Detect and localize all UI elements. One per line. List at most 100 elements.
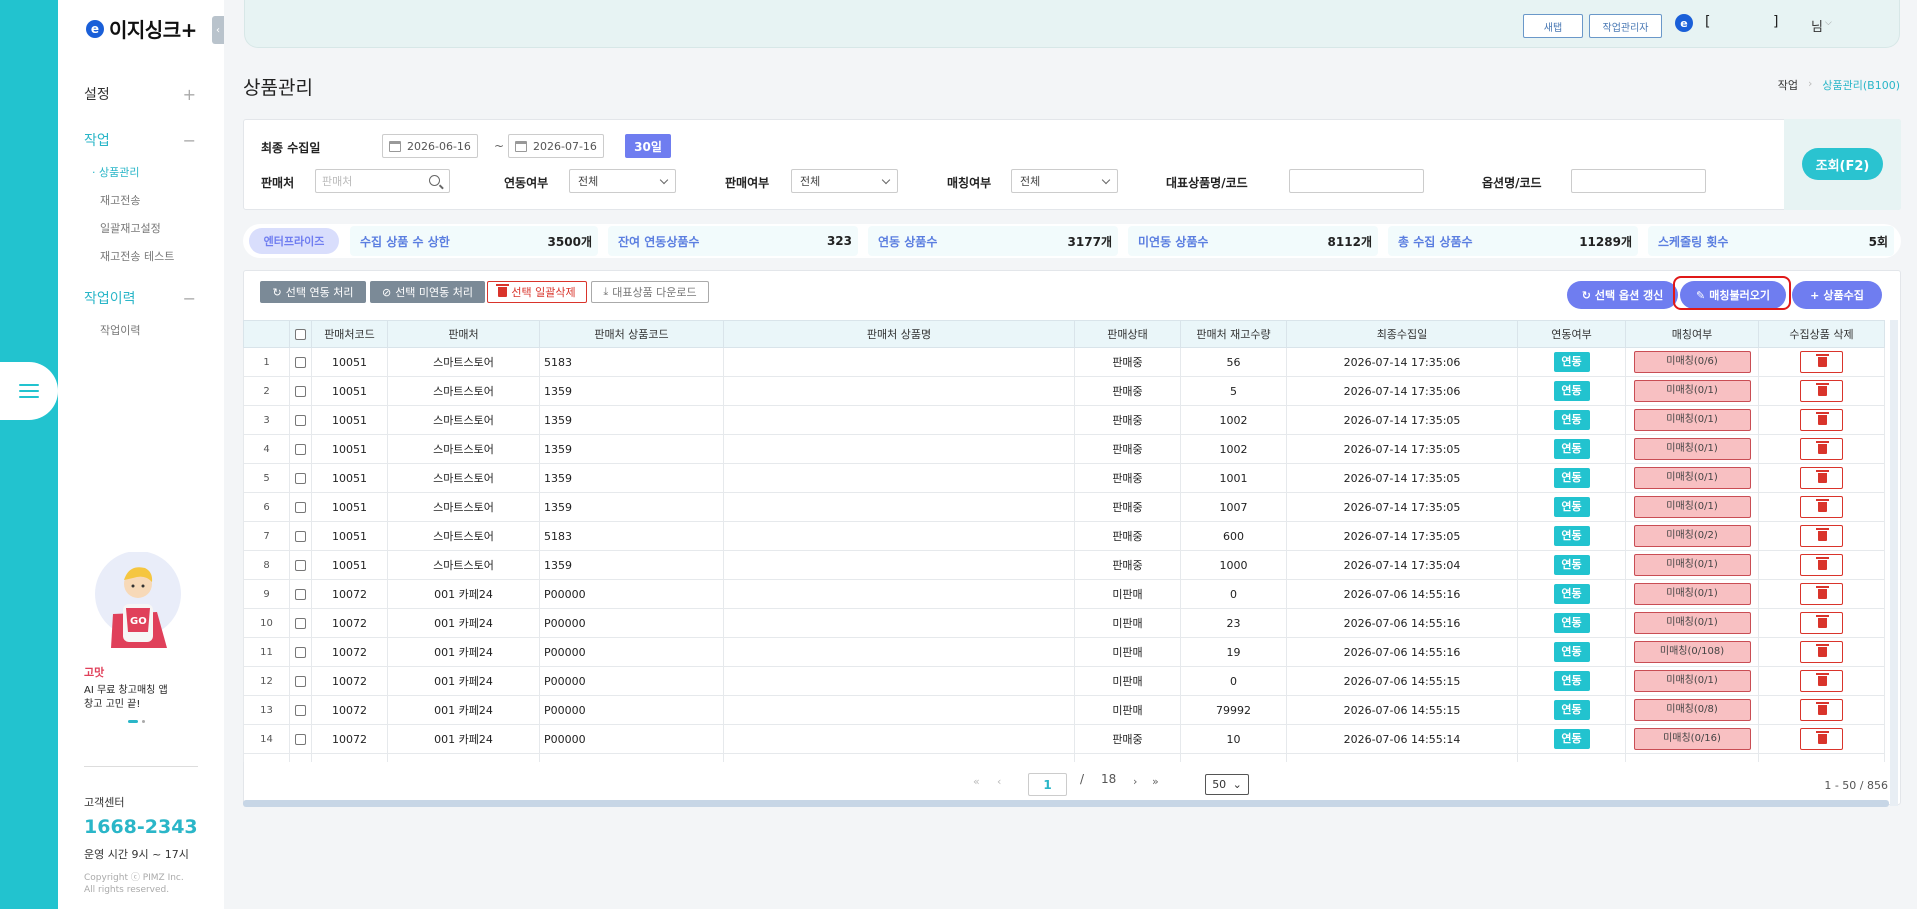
link-status-badge[interactable]: 연동 xyxy=(1553,439,1590,459)
row-checkbox[interactable] xyxy=(295,676,306,687)
row-checkbox[interactable] xyxy=(295,560,306,571)
link-status-badge[interactable]: 연동 xyxy=(1553,729,1590,749)
row-select-cell[interactable] xyxy=(289,347,312,377)
breadcrumb-item[interactable]: 작업 xyxy=(1778,77,1798,93)
delete-row-button[interactable] xyxy=(1800,438,1843,460)
next-page-icon[interactable]: › xyxy=(1133,775,1137,788)
link-status-badge[interactable]: 연동 xyxy=(1553,410,1590,430)
delete-row-button[interactable] xyxy=(1800,612,1843,634)
row-select-cell[interactable] xyxy=(289,492,312,522)
header-link-status[interactable]: 연동여부 xyxy=(1517,320,1626,348)
first-page-icon[interactable]: « xyxy=(973,775,980,788)
sidebar-item-product-management[interactable]: · 상품관리 xyxy=(84,158,196,186)
link-status-badge[interactable]: 연동 xyxy=(1553,613,1590,633)
header-last-collected[interactable]: 최종수집일 xyxy=(1286,320,1518,348)
row-select-cell[interactable] xyxy=(289,724,312,754)
prev-page-icon[interactable]: ‹ xyxy=(997,775,1001,788)
row-select-cell[interactable] xyxy=(289,550,312,580)
table-row[interactable]: 14 10072 001 카페24 P00000 판매중 10 2026-07-06 14:… xyxy=(243,724,1885,754)
row-checkbox[interactable] xyxy=(295,618,306,629)
match-status-badge[interactable]: 미매칭(0/8) xyxy=(1633,699,1751,721)
table-row[interactable]: 13 10072 001 카페24 P00000 미판매 79992 2026-07-06 … xyxy=(243,695,1885,725)
search-icon[interactable] xyxy=(429,175,440,186)
table-row[interactable]: 12 10072 001 카페24 P00000 미판매 0 2026-07-06 14:5… xyxy=(243,666,1885,696)
table-row[interactable]: 6 10051 스마트스토어 1359 판매중 1007 2026-07-14 17:35:… xyxy=(243,492,1885,522)
date-from-input[interactable]: 2026-06-16 xyxy=(382,134,478,158)
bulk-delete-button[interactable]: 선택 일괄삭제 xyxy=(487,281,587,303)
header-delete[interactable]: 수집상품 삭제 xyxy=(1758,320,1885,348)
table-row[interactable]: 8 10051 스마트스토어 1359 판매중 1000 2026-07-14 17:35:… xyxy=(243,550,1885,580)
header-select-all[interactable] xyxy=(289,320,312,348)
new-tab-button[interactable]: 새탭 xyxy=(1523,14,1583,38)
delete-row-button[interactable] xyxy=(1800,351,1843,373)
collect-products-button[interactable]: + 상품수집 xyxy=(1792,281,1882,309)
row-checkbox[interactable] xyxy=(295,647,306,658)
row-select-cell[interactable] xyxy=(289,521,312,551)
delete-row-button[interactable] xyxy=(1800,728,1843,750)
table-row[interactable]: 10 10072 001 카페24 P00000 미판매 23 2026-07-06 14:… xyxy=(243,608,1885,638)
match-status-badge[interactable]: 미매칭(0/1) xyxy=(1633,670,1751,692)
header-stock[interactable]: 판매처 재고수량 xyxy=(1180,320,1287,348)
match-status-badge[interactable]: 미매칭(0/1) xyxy=(1633,467,1751,489)
sidebar-collapse-button[interactable]: ‹ xyxy=(212,16,224,44)
match-status-badge[interactable]: 미매칭(0/1) xyxy=(1633,409,1751,431)
seller-search-input[interactable]: 판매처 xyxy=(315,169,450,193)
link-status-badge[interactable]: 연동 xyxy=(1553,497,1590,517)
select-all-checkbox[interactable] xyxy=(295,329,306,340)
link-status-badge[interactable]: 연동 xyxy=(1553,584,1590,604)
sidebar-item-job-history[interactable]: 작업이력 xyxy=(84,316,196,344)
row-select-cell[interactable] xyxy=(289,405,312,435)
chevron-down-icon[interactable]: ⌵ xyxy=(1825,18,1832,28)
sale-status-select[interactable]: 전체 xyxy=(791,169,898,193)
nav-group-settings[interactable]: 설정 + xyxy=(84,84,196,104)
range-30-days-button[interactable]: 30일 xyxy=(625,134,671,158)
link-status-badge[interactable]: 연동 xyxy=(1553,555,1590,575)
row-select-cell[interactable] xyxy=(289,463,312,493)
match-status-badge[interactable]: 미매칭(0/1) xyxy=(1633,554,1751,576)
header-seller[interactable]: 판매처 xyxy=(387,320,540,348)
delete-row-button[interactable] xyxy=(1800,525,1843,547)
row-select-cell[interactable] xyxy=(289,376,312,406)
delete-row-button[interactable] xyxy=(1800,467,1843,489)
table-row[interactable]: 5 10051 스마트스토어 1359 판매중 1001 2026-07-14 17:35:… xyxy=(243,463,1885,493)
delete-row-button[interactable] xyxy=(1800,409,1843,431)
row-select-cell[interactable] xyxy=(289,434,312,464)
nav-group-history[interactable]: 작업이력 − xyxy=(84,288,196,308)
last-page-icon[interactable]: » xyxy=(1152,775,1159,788)
row-checkbox[interactable] xyxy=(295,531,306,542)
row-checkbox[interactable] xyxy=(295,444,306,455)
link-status-select[interactable]: 전체 xyxy=(569,169,676,193)
download-rep-button[interactable]: ⤓ 대표상품 다운로드 xyxy=(591,281,709,303)
promo-carousel-dots[interactable] xyxy=(128,720,145,723)
delete-row-button[interactable] xyxy=(1800,583,1843,605)
nav-group-work[interactable]: 작업 − xyxy=(84,130,196,150)
table-row[interactable]: 1 10051 스마트스토어 5183 판매중 56 2026-07-14 17:35:06… xyxy=(243,347,1885,377)
row-select-cell[interactable] xyxy=(289,579,312,609)
row-checkbox[interactable] xyxy=(295,357,306,368)
header-sale-status[interactable]: 판매상태 xyxy=(1074,320,1181,348)
delete-row-button[interactable] xyxy=(1800,641,1843,663)
header-product-code[interactable]: 판매처 상품코드 xyxy=(539,320,724,348)
link-status-badge[interactable]: 연동 xyxy=(1553,526,1590,546)
table-row[interactable]: 7 10051 스마트스토어 5183 판매중 600 2026-07-14 17:35:0… xyxy=(243,521,1885,551)
row-checkbox[interactable] xyxy=(295,473,306,484)
row-checkbox[interactable] xyxy=(295,386,306,397)
table-row[interactable]: 4 10051 스마트스토어 1359 판매중 1002 2026-07-14 17:35:… xyxy=(243,434,1885,464)
match-status-select[interactable]: 전체 xyxy=(1011,169,1118,193)
user-name-suffix[interactable]: 님 xyxy=(1811,16,1823,35)
row-checkbox[interactable] xyxy=(295,734,306,745)
match-status-badge[interactable]: 미매칭(0/6) xyxy=(1633,351,1751,373)
row-checkbox[interactable] xyxy=(295,502,306,513)
header-match-status[interactable]: 매칭여부 xyxy=(1625,320,1759,348)
match-status-badge[interactable]: 미매칭(0/1) xyxy=(1633,612,1751,634)
match-status-badge[interactable]: 미매칭(0/2) xyxy=(1633,525,1751,547)
select-unlink-button[interactable]: ⊘ 선택 미연동 처리 xyxy=(370,281,485,303)
option-refresh-button[interactable]: ↻ 선택 옵션 갱신 xyxy=(1567,281,1678,309)
query-button[interactable]: 조회(F2) xyxy=(1802,148,1883,180)
option-code-input[interactable] xyxy=(1571,169,1706,193)
row-select-cell[interactable] xyxy=(289,637,312,667)
link-status-badge[interactable]: 연동 xyxy=(1553,700,1590,720)
link-status-badge[interactable]: 연동 xyxy=(1553,381,1590,401)
delete-row-button[interactable] xyxy=(1800,699,1843,721)
link-status-badge[interactable]: 연동 xyxy=(1553,352,1590,372)
